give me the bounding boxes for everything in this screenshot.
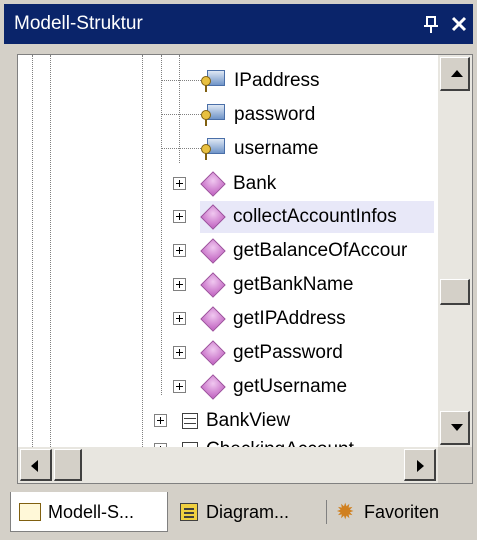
- expand-icon[interactable]: [154, 414, 167, 427]
- operation-icon: [200, 171, 226, 197]
- tree-branch-line: [161, 80, 201, 81]
- tree-item-operation[interactable]: getIPAddress: [161, 304, 436, 334]
- close-icon-glyph: [451, 16, 467, 32]
- vertical-scrollbar[interactable]: [438, 55, 472, 447]
- close-icon[interactable]: [447, 11, 471, 37]
- tab-bar: Modell-S... Diagram... ✹ Favoriten: [4, 490, 473, 536]
- tree-guide-line: [50, 55, 51, 447]
- scroll-left-button[interactable]: [20, 449, 52, 481]
- scroll-right-button[interactable]: [404, 449, 436, 481]
- tree-item-label: getBankName: [233, 274, 354, 295]
- arrow-left-icon: [31, 460, 38, 472]
- expand-icon[interactable]: [173, 380, 186, 393]
- scroll-up-button[interactable]: [440, 57, 470, 91]
- pin-icon-glyph: [424, 16, 438, 33]
- tree-guide-line: [142, 55, 143, 447]
- operation-icon: [200, 374, 226, 400]
- tree-item-label: getIPAddress: [233, 308, 346, 329]
- tree-item-label: BankView: [206, 410, 291, 431]
- tree-item-class[interactable]: CheckingAccount: [142, 435, 437, 447]
- operation-icon: [200, 272, 226, 298]
- arrow-right-icon: [417, 460, 424, 472]
- tree-item-label: getBalanceOfAccour: [233, 240, 408, 261]
- tree-item-label: Bank: [233, 173, 277, 194]
- arrow-down-icon: [451, 424, 463, 431]
- tab-label: Favoriten: [364, 502, 440, 522]
- tree-item-label: username: [234, 138, 319, 159]
- expand-icon[interactable]: [173, 278, 186, 291]
- tab-model-structure[interactable]: Modell-S...: [10, 492, 168, 532]
- pin-icon[interactable]: [419, 11, 443, 37]
- tree-guide-line: [32, 55, 33, 447]
- tree-item-label: getUsername: [233, 376, 348, 397]
- tab-label: Diagram...: [206, 502, 290, 522]
- folder-icon: [19, 503, 41, 521]
- tree-item-label: collectAccountInfos: [233, 206, 397, 227]
- tree-item-label: CheckingAccount: [206, 435, 354, 447]
- scroll-down-button[interactable]: [440, 411, 470, 445]
- diagram-icon: [180, 503, 198, 521]
- tab-favorites[interactable]: ✹ Favoriten: [334, 492, 470, 532]
- favorites-icon: ✹: [336, 499, 355, 524]
- tab-diagram[interactable]: Diagram...: [176, 492, 320, 532]
- expand-icon[interactable]: [173, 346, 186, 359]
- scrollbar-corner: [438, 447, 472, 483]
- title-bar[interactable]: Modell-Struktur: [4, 4, 473, 44]
- tree-item-label: password: [234, 104, 316, 125]
- window-title: Modell-Struktur: [14, 13, 143, 34]
- expand-icon[interactable]: [173, 210, 186, 223]
- tree-branch-line: [161, 148, 201, 149]
- operation-icon: [200, 306, 226, 332]
- expand-icon[interactable]: [173, 177, 186, 190]
- arrow-up-icon: [451, 70, 463, 77]
- tree-guide-line: [179, 55, 180, 163]
- operation-icon: [200, 204, 226, 230]
- operation-icon: [200, 340, 226, 366]
- horizontal-scrollbar[interactable]: [18, 447, 438, 483]
- tab-label: Modell-S...: [48, 502, 135, 522]
- tree-item-label: getPassword: [233, 342, 343, 363]
- operation-icon: [200, 238, 226, 264]
- tree-item-operation[interactable]: getBankName: [161, 270, 436, 300]
- tab-separator: [326, 500, 327, 524]
- tree-item-label: IPaddress: [234, 70, 320, 91]
- tree-item-class[interactable]: BankView: [142, 406, 437, 436]
- tree-panel: IPaddress password username Bank collect…: [17, 54, 473, 484]
- tree-item-operation[interactable]: getPassword: [161, 338, 436, 368]
- tree-branch-line: [161, 114, 201, 115]
- key-attribute-icon: [201, 104, 225, 126]
- tree-item-operation[interactable]: Bank: [161, 169, 436, 199]
- expand-icon[interactable]: [173, 312, 186, 325]
- tree-item-operation[interactable]: getUsername: [161, 372, 436, 402]
- class-icon: [182, 413, 198, 429]
- scroll-thumb-horizontal[interactable]: [54, 449, 82, 481]
- key-attribute-icon: [201, 70, 225, 92]
- tree-item-operation[interactable]: collectAccountInfos: [161, 202, 436, 232]
- model-structure-window: Modell-Struktur IPaddress password usern…: [0, 0, 477, 540]
- scroll-thumb[interactable]: [440, 279, 470, 305]
- model-tree[interactable]: IPaddress password username Bank collect…: [18, 55, 438, 447]
- expand-icon[interactable]: [173, 244, 186, 257]
- tree-item-operation[interactable]: getBalanceOfAccour: [161, 236, 436, 266]
- key-attribute-icon: [201, 138, 225, 160]
